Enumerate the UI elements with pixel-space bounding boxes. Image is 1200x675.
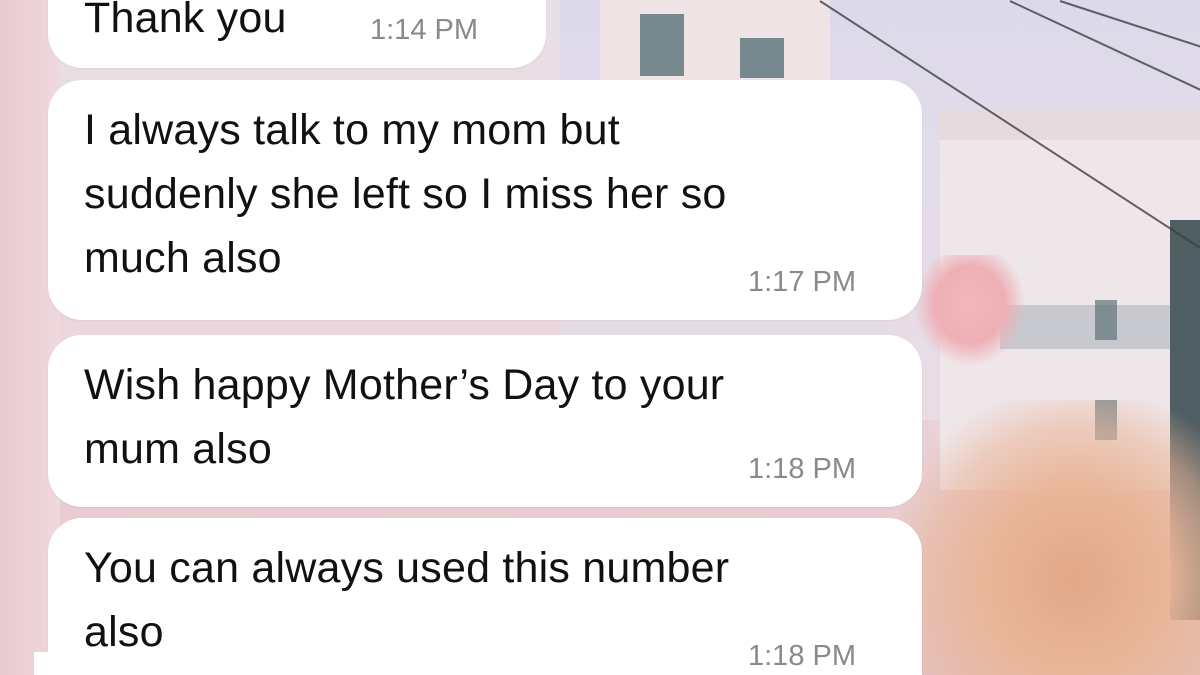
wallpaper-building-top (600, 0, 830, 80)
message-bubble[interactable]: Thank you 1:14 PM (48, 0, 546, 68)
message-bubble[interactable]: You can always used this number also 1:1… (34, 518, 922, 675)
message-text: I always talk to my mom but suddenly she… (84, 106, 727, 282)
wallpaper-hand (915, 255, 1025, 365)
message-timestamp: 1:18 PM (748, 453, 856, 485)
message-timestamp: 1:17 PM (748, 266, 856, 298)
message-timestamp: 1:18 PM (748, 640, 856, 672)
bubble-tail (34, 652, 74, 675)
wallpaper-window (740, 38, 784, 78)
message-timestamp: 1:14 PM (370, 14, 478, 46)
wallpaper-window (640, 14, 684, 76)
message-bubble[interactable]: Wish happy Mother’s Day to your mum also… (48, 335, 922, 507)
chat-screen: Thank you 1:14 PM I always talk to my mo… (0, 0, 1200, 675)
message-text: You can always used this number also (84, 544, 730, 656)
wallpaper-roof (940, 110, 1200, 140)
wallpaper-window (1095, 300, 1117, 340)
message-text: Thank you (84, 0, 287, 42)
message-bubble[interactable]: I always talk to my mom but suddenly she… (48, 80, 922, 320)
wallpaper-hair (900, 400, 1200, 675)
message-text: Wish happy Mother’s Day to your mum also (84, 361, 725, 473)
